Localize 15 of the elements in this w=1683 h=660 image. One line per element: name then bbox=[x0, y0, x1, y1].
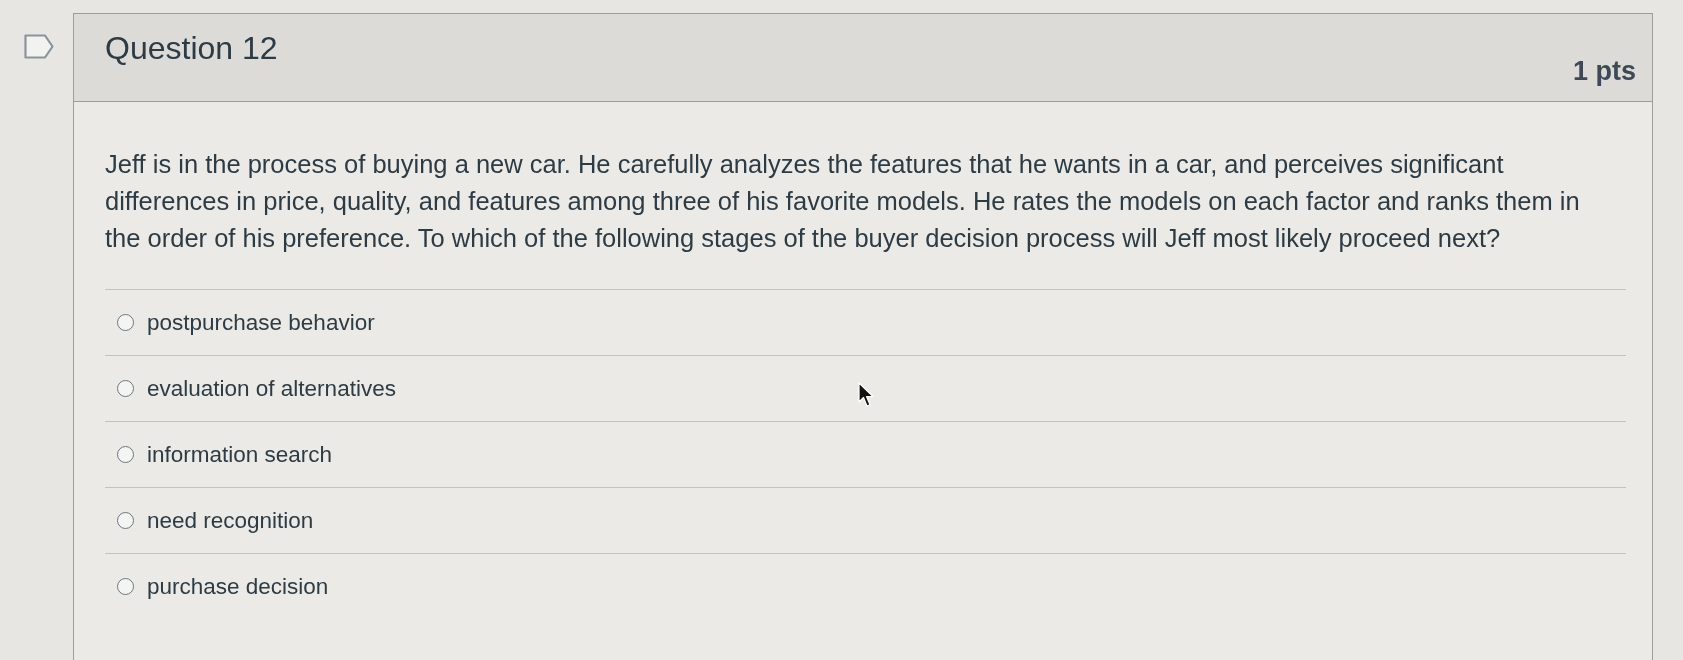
answer-label[interactable]: purchase decision bbox=[147, 573, 329, 600]
radio-button[interactable] bbox=[117, 380, 134, 397]
answer-label[interactable]: postpurchase behavior bbox=[147, 309, 375, 336]
answer-label[interactable]: information search bbox=[147, 441, 333, 468]
answer-label[interactable]: need recognition bbox=[147, 507, 314, 534]
answer-label[interactable]: evaluation of alternatives bbox=[147, 375, 396, 402]
radio-button[interactable] bbox=[117, 512, 134, 529]
radio-button[interactable] bbox=[117, 314, 134, 331]
cursor-icon bbox=[858, 382, 876, 408]
tag-icon[interactable] bbox=[24, 34, 54, 59]
radio-button[interactable] bbox=[117, 446, 134, 463]
points-label: 1 pts bbox=[1572, 56, 1636, 88]
question-text: Jeff is in the process of buying a new car. He carefully analyzes the features that he wants in a car, and perceives significant differences in price, quality, and features among three of his favorite models. He rates the models on each factor and ranks them in the order of his preference. To which of the following stages of the buyer decision process will Jeff most likely proceed next? bbox=[105, 149, 1581, 254]
radio-button[interactable] bbox=[117, 578, 134, 595]
question-title: Question 12 bbox=[105, 29, 278, 67]
